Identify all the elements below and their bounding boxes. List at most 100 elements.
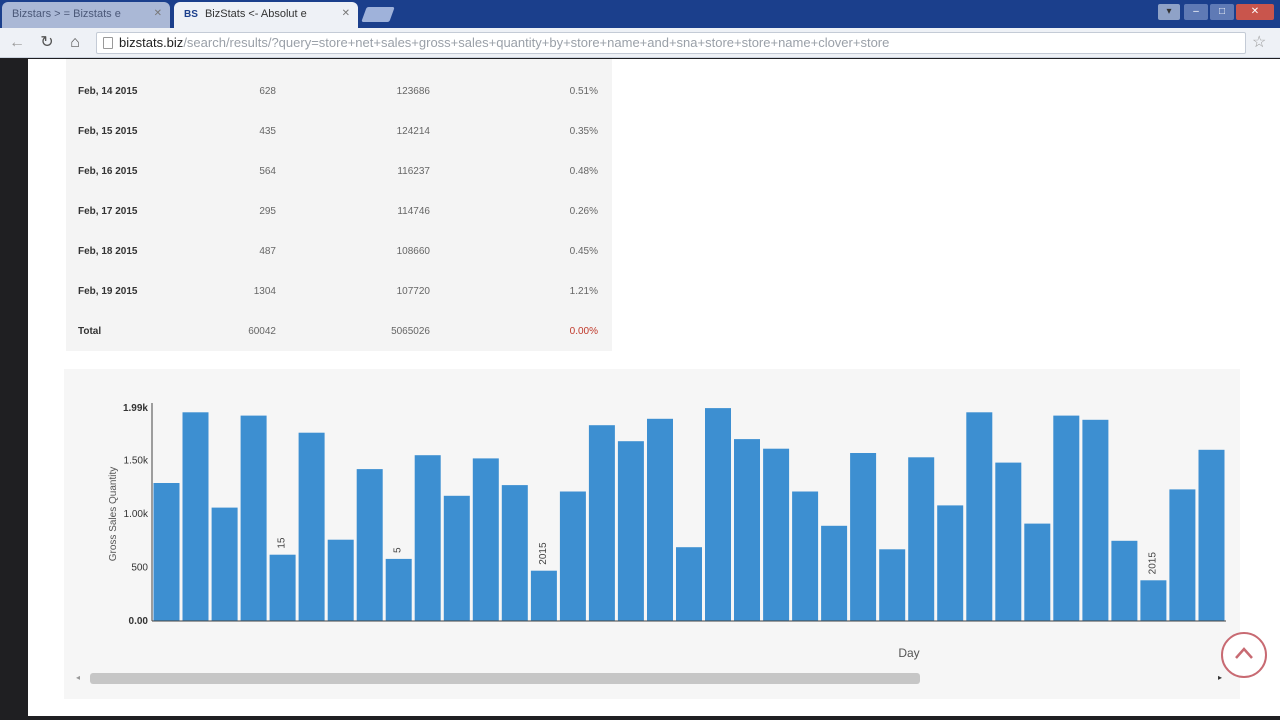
y-tick-label: 500 <box>131 563 148 574</box>
scroll-left-arrow-icon[interactable]: ◂ <box>76 672 80 684</box>
table-cell: 107720 <box>396 286 430 297</box>
chart-bar[interactable] <box>995 462 1022 621</box>
tab-label: Bizstars > = Bizstats e <box>12 8 121 20</box>
table-cell: 108660 <box>396 246 430 257</box>
table-row-total: Total 60042 5065026 0.00% <box>66 325 612 365</box>
table-cell: 0.00% <box>569 326 598 337</box>
y-tick-label: 0.00 <box>129 616 149 627</box>
y-axis-ticks: 0.00 500 1.00k 1.50k 1.99k <box>123 403 149 627</box>
close-icon[interactable]: ✕ <box>154 2 162 26</box>
table-row: Feb, 15 2015 435 124214 0.35% <box>66 125 612 165</box>
chart-bar[interactable] <box>1082 419 1109 621</box>
table-cell-date: Feb, 16 2015 <box>78 166 138 177</box>
chevron-up-icon <box>1235 647 1253 659</box>
browser-toolbar: ← ↻ ⌂ bizstats.biz/search/results/?query… <box>0 28 1280 58</box>
user-icon[interactable]: ▾ <box>1158 4 1180 20</box>
chart-bar[interactable] <box>211 507 238 621</box>
chart-bar[interactable] <box>821 525 848 621</box>
table-row: Feb, 19 2015 1304 107720 1.21% <box>66 285 612 325</box>
table-cell: 628 <box>259 86 276 97</box>
back-to-top-button[interactable] <box>1221 632 1267 678</box>
table-cell: 123686 <box>396 86 430 97</box>
chart-bar[interactable] <box>966 412 993 621</box>
chart-bar[interactable] <box>1169 489 1196 621</box>
tab-bizstats[interactable]: BS BizStats <- Absolut e ✕ <box>174 2 358 28</box>
table-row: Feb, 14 2015 628 123686 0.51% <box>66 85 612 125</box>
table-cell: 564 <box>259 166 276 177</box>
address-bar[interactable]: bizstats.biz/search/results/?query=store… <box>96 32 1246 54</box>
table-cell: 114746 <box>397 206 430 217</box>
table-cell-date: Feb, 15 2015 <box>78 126 138 137</box>
bar-value-label: 5 <box>393 547 404 553</box>
chart-bar[interactable] <box>443 495 470 621</box>
table-cell: 5065026 <box>391 326 430 337</box>
chart-bar[interactable] <box>734 439 760 621</box>
chart-bar[interactable] <box>472 458 499 621</box>
chart-bar[interactable] <box>298 432 325 621</box>
table-cell: 295 <box>259 206 276 217</box>
tab-bizstars[interactable]: Bizstars > = Bizstats e ✕ <box>2 2 170 28</box>
scrollbar-thumb[interactable] <box>90 673 920 684</box>
chart-bar[interactable] <box>530 570 557 621</box>
chart-bar[interactable] <box>879 549 906 621</box>
chart-bar[interactable] <box>414 455 441 621</box>
table-cell: 124214 <box>396 126 430 137</box>
chart-bar[interactable] <box>647 418 673 621</box>
table-cell: 0.45% <box>569 246 598 257</box>
chart-bar[interactable] <box>1198 449 1225 621</box>
y-axis-label: Gross Sales Quantity <box>108 467 119 561</box>
reload-icon[interactable]: ↻ <box>36 32 58 54</box>
chart-bar[interactable] <box>1140 580 1167 621</box>
chart-bar[interactable] <box>908 457 935 621</box>
maximize-button[interactable]: □ <box>1210 4 1234 20</box>
chart-bar[interactable] <box>705 408 731 621</box>
table-row: Feb, 17 2015 295 114746 0.26% <box>66 205 612 245</box>
bar-value-label: 15 <box>277 537 288 549</box>
chart-bar[interactable] <box>792 491 819 622</box>
chart-bar[interactable] <box>850 453 877 621</box>
y-tick-label: 1.50k <box>124 456 149 467</box>
table-cell: 0.51% <box>569 86 598 97</box>
y-tick-label: 1.99k <box>123 403 148 414</box>
table-cell: 1.21% <box>569 286 598 297</box>
minimize-button[interactable]: – <box>1184 4 1208 20</box>
table-cell-date: Feb, 19 2015 <box>78 286 138 297</box>
chart-bar[interactable] <box>269 554 296 621</box>
close-icon[interactable]: ✕ <box>342 2 350 26</box>
table-cell: 0.26% <box>569 206 598 217</box>
bar-series <box>153 408 1225 622</box>
chart-bar[interactable] <box>327 539 354 621</box>
table-cell-date: Feb, 14 2015 <box>78 86 138 97</box>
chart-bar[interactable] <box>1024 523 1051 621</box>
chart-bar[interactable] <box>676 547 702 621</box>
scroll-right-arrow-icon[interactable]: ▸ <box>1218 672 1222 684</box>
chart-horizontal-scrollbar[interactable]: ◂ ▸ <box>76 672 1222 684</box>
chart-bar[interactable] <box>240 415 267 621</box>
close-window-button[interactable]: ✕ <box>1236 4 1274 20</box>
page-content: Feb, 14 2015 628 123686 0.51% Feb, 15 20… <box>28 59 1280 716</box>
table-row: Feb, 16 2015 564 116237 0.48% <box>66 165 612 205</box>
chart-bar[interactable] <box>1111 540 1138 622</box>
table-cell: 116237 <box>397 166 430 177</box>
chart-bar[interactable] <box>501 485 528 621</box>
chart-bar[interactable] <box>937 505 964 621</box>
chart-bar[interactable] <box>617 441 644 621</box>
chart-bar[interactable] <box>763 448 790 621</box>
table-cell: 0.48% <box>569 166 598 177</box>
home-icon[interactable]: ⌂ <box>64 32 86 54</box>
chart-bar[interactable] <box>182 412 209 621</box>
table-cell-date: Feb, 18 2015 <box>78 246 138 257</box>
chart-bar[interactable] <box>356 469 383 621</box>
chart-panel: 0.00 500 1.00k 1.50k 1.99k 15 5 2015 2015 Gross… <box>64 369 1240 699</box>
chart-bar[interactable] <box>385 558 412 621</box>
new-tab-button[interactable] <box>361 7 395 22</box>
chart-bar[interactable] <box>559 491 586 622</box>
results-table: Feb, 14 2015 628 123686 0.51% Feb, 15 20… <box>66 59 612 351</box>
star-icon[interactable]: ☆ <box>1252 32 1266 54</box>
table-cell-date: Feb, 17 2015 <box>78 206 138 217</box>
chart-bar[interactable] <box>153 483 180 621</box>
chart-bar[interactable] <box>1053 415 1080 621</box>
url-path: /search/results/?query=store+net+sales+g… <box>183 35 890 50</box>
chart-bar[interactable] <box>588 425 615 621</box>
arrow-left-icon[interactable]: ← <box>6 32 28 54</box>
